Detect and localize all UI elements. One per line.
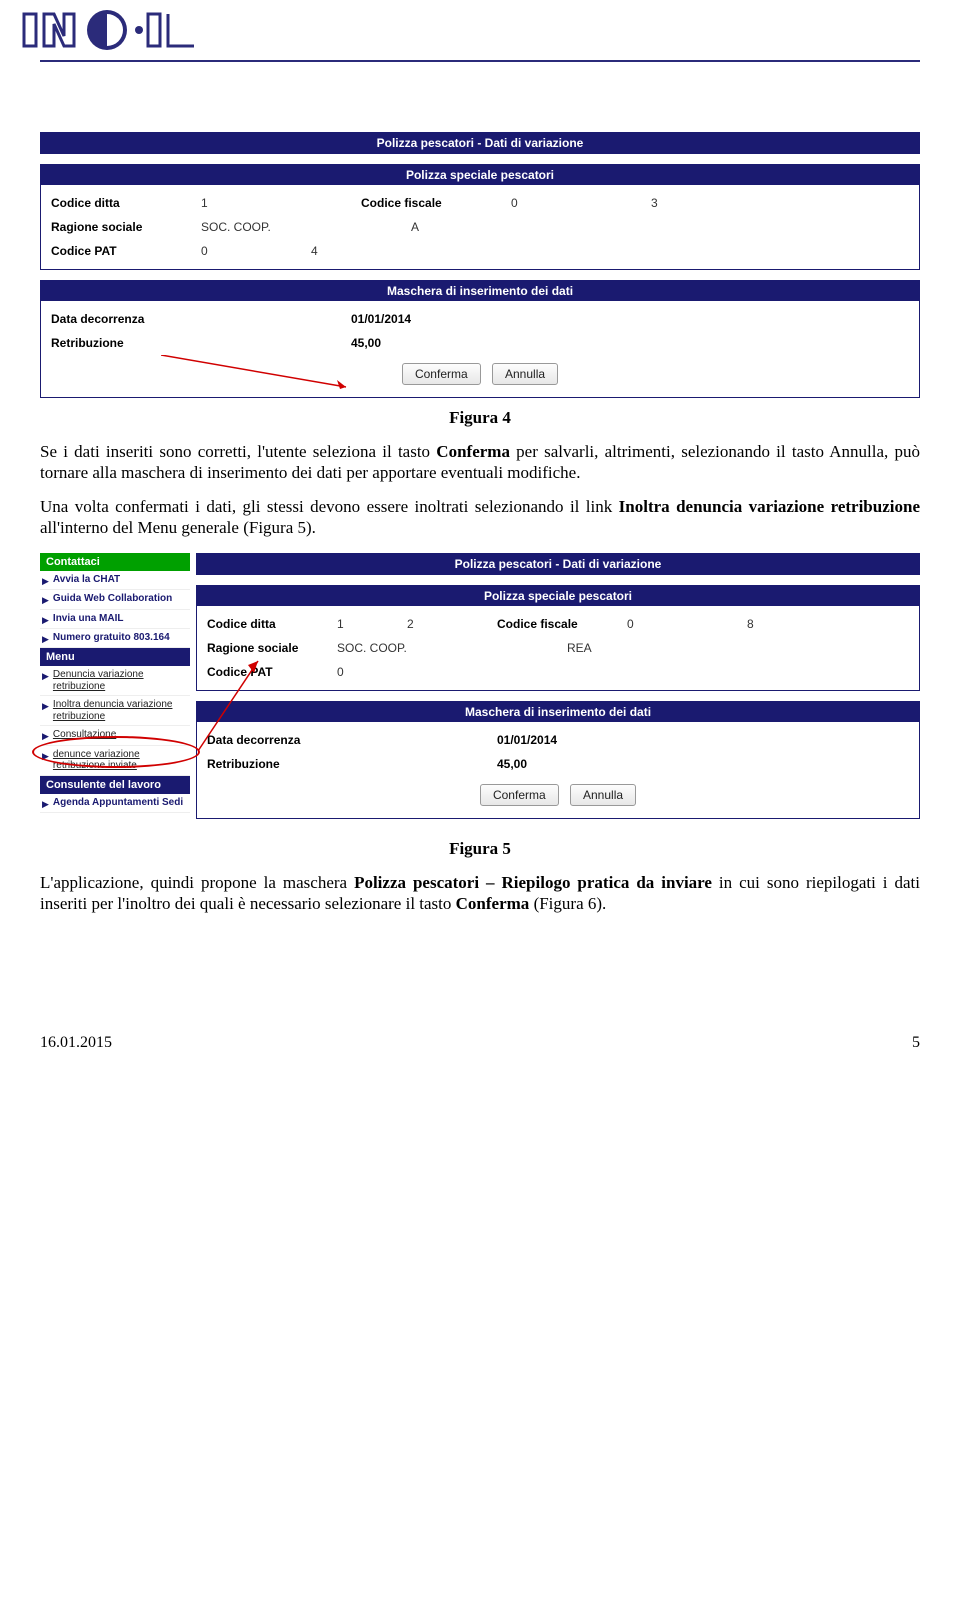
fig5-panel1-header: Polizza pescatori - Dati di variazione bbox=[197, 554, 919, 574]
ragione-sociale-value: SOC. COOP. bbox=[201, 220, 411, 234]
fig4-panel-speciale: Polizza speciale pescatori Codice ditta … bbox=[40, 164, 920, 270]
retribuzione-value: 45,00 bbox=[351, 336, 381, 350]
inail-logo bbox=[22, 8, 920, 54]
fig5-codice-fiscale-value-a: 0 bbox=[627, 617, 727, 631]
sidebar-item-agenda[interactable]: ▶Agenda Appuntamenti Sedi bbox=[40, 794, 190, 813]
fig5-ragione-sociale-value: SOC. COOP. bbox=[337, 641, 567, 655]
fig5-codice-fiscale-value-b: 8 bbox=[747, 617, 754, 631]
data-decorrenza-label: Data decorrenza bbox=[51, 312, 351, 326]
fig4-panel-title: Polizza pescatori - Dati di variazione bbox=[40, 132, 920, 154]
ragione-sociale-label: Ragione sociale bbox=[51, 220, 201, 234]
codice-fiscale-value-a: 0 bbox=[511, 196, 631, 210]
fig5-annulla-button[interactable]: Annulla bbox=[570, 784, 636, 806]
fig5-panel-maschera: Maschera di inserimento dei dati Data de… bbox=[196, 701, 920, 819]
ragione-sociale-suffix: A bbox=[411, 220, 571, 234]
codice-fiscale-label: Codice fiscale bbox=[361, 196, 511, 210]
sidebar: Contattaci ▶Avvia la CHAT ▶Guida Web Col… bbox=[40, 553, 190, 829]
sidebar-item-denuncia-variazione[interactable]: ▶Denuncia variazione retribuzione bbox=[40, 666, 190, 696]
sidebar-contattaci-header: Contattaci bbox=[40, 553, 190, 571]
codice-ditta-label: Codice ditta bbox=[51, 196, 201, 210]
fig5-panel2-header: Polizza speciale pescatori bbox=[197, 586, 919, 606]
fig4-panel2-header: Polizza speciale pescatori bbox=[41, 165, 919, 185]
fig5-panel3-header: Maschera di inserimento dei dati bbox=[197, 702, 919, 722]
sidebar-item-denunce-inviate[interactable]: ▶denunce variazione retribuzione inviate bbox=[40, 746, 190, 776]
fig5-retribuzione-value: 45,00 bbox=[497, 757, 527, 771]
annulla-button[interactable]: Annulla bbox=[492, 363, 558, 385]
paragraph-3: L'applicazione, quindi propone la masche… bbox=[40, 873, 920, 914]
sidebar-item-numero[interactable]: ▶Numero gratuito 803.164 bbox=[40, 629, 190, 648]
fig5-codice-ditta-label: Codice ditta bbox=[207, 617, 337, 631]
footer-page-number: 5 bbox=[912, 1034, 920, 1052]
fig5-panel-speciale: Polizza speciale pescatori Codice ditta … bbox=[196, 585, 920, 691]
codice-ditta-value: 1 bbox=[201, 196, 361, 210]
page-footer: 16.01.2015 5 bbox=[40, 1034, 920, 1052]
fig4-panel-maschera: Maschera di inserimento dei dati Data de… bbox=[40, 280, 920, 398]
fig5-data-decorrenza-value: 01/01/2014 bbox=[497, 733, 557, 747]
sidebar-item-guida[interactable]: ▶Guida Web Collaboration bbox=[40, 590, 190, 609]
retribuzione-label: Retribuzione bbox=[51, 336, 351, 350]
fig5-ragione-sociale-suffix: REA bbox=[567, 641, 727, 655]
codice-pat-value-b: 4 bbox=[311, 244, 471, 258]
fig4-panel3-header: Maschera di inserimento dei dati bbox=[41, 281, 919, 301]
red-arrow-icon bbox=[161, 355, 361, 395]
figure4-caption: Figura 4 bbox=[40, 408, 920, 428]
conferma-button[interactable]: Conferma bbox=[402, 363, 481, 385]
footer-date: 16.01.2015 bbox=[40, 1034, 112, 1052]
fig5-codice-ditta-value-b: 2 bbox=[407, 617, 497, 631]
sidebar-item-consultazione[interactable]: ▶Consultazione bbox=[40, 726, 190, 745]
fig5-codice-fiscale-label: Codice fiscale bbox=[497, 617, 627, 631]
codice-pat-label: Codice PAT bbox=[51, 244, 201, 258]
header-rule bbox=[40, 60, 920, 62]
fig4-panel1-header: Polizza pescatori - Dati di variazione bbox=[41, 133, 919, 153]
sidebar-item-chat[interactable]: ▶Avvia la CHAT bbox=[40, 571, 190, 590]
paragraph-2: Una volta confermati i dati, gli stessi … bbox=[40, 497, 920, 538]
sidebar-item-inoltra-denuncia[interactable]: ▶Inoltra denuncia variazione retribuzion… bbox=[40, 696, 190, 726]
codice-pat-value-a: 0 bbox=[201, 244, 311, 258]
highlight-arrow-icon bbox=[190, 653, 270, 763]
figure5-caption: Figura 5 bbox=[40, 839, 920, 859]
data-decorrenza-value: 01/01/2014 bbox=[351, 312, 411, 326]
sidebar-consulente-header: Consulente del lavoro bbox=[40, 776, 190, 794]
fig5-codice-pat-value: 0 bbox=[337, 665, 497, 679]
sidebar-menu-header: Menu bbox=[40, 648, 190, 666]
paragraph-1: Se i dati inseriti sono corretti, l'uten… bbox=[40, 442, 920, 483]
sidebar-item-mail[interactable]: ▶Invia una MAIL bbox=[40, 610, 190, 629]
fig5-panel-title: Polizza pescatori - Dati di variazione bbox=[196, 553, 920, 575]
codice-fiscale-value-b: 3 bbox=[651, 196, 658, 210]
fig5-codice-ditta-value-a: 1 bbox=[337, 617, 407, 631]
fig5-conferma-button[interactable]: Conferma bbox=[480, 784, 559, 806]
